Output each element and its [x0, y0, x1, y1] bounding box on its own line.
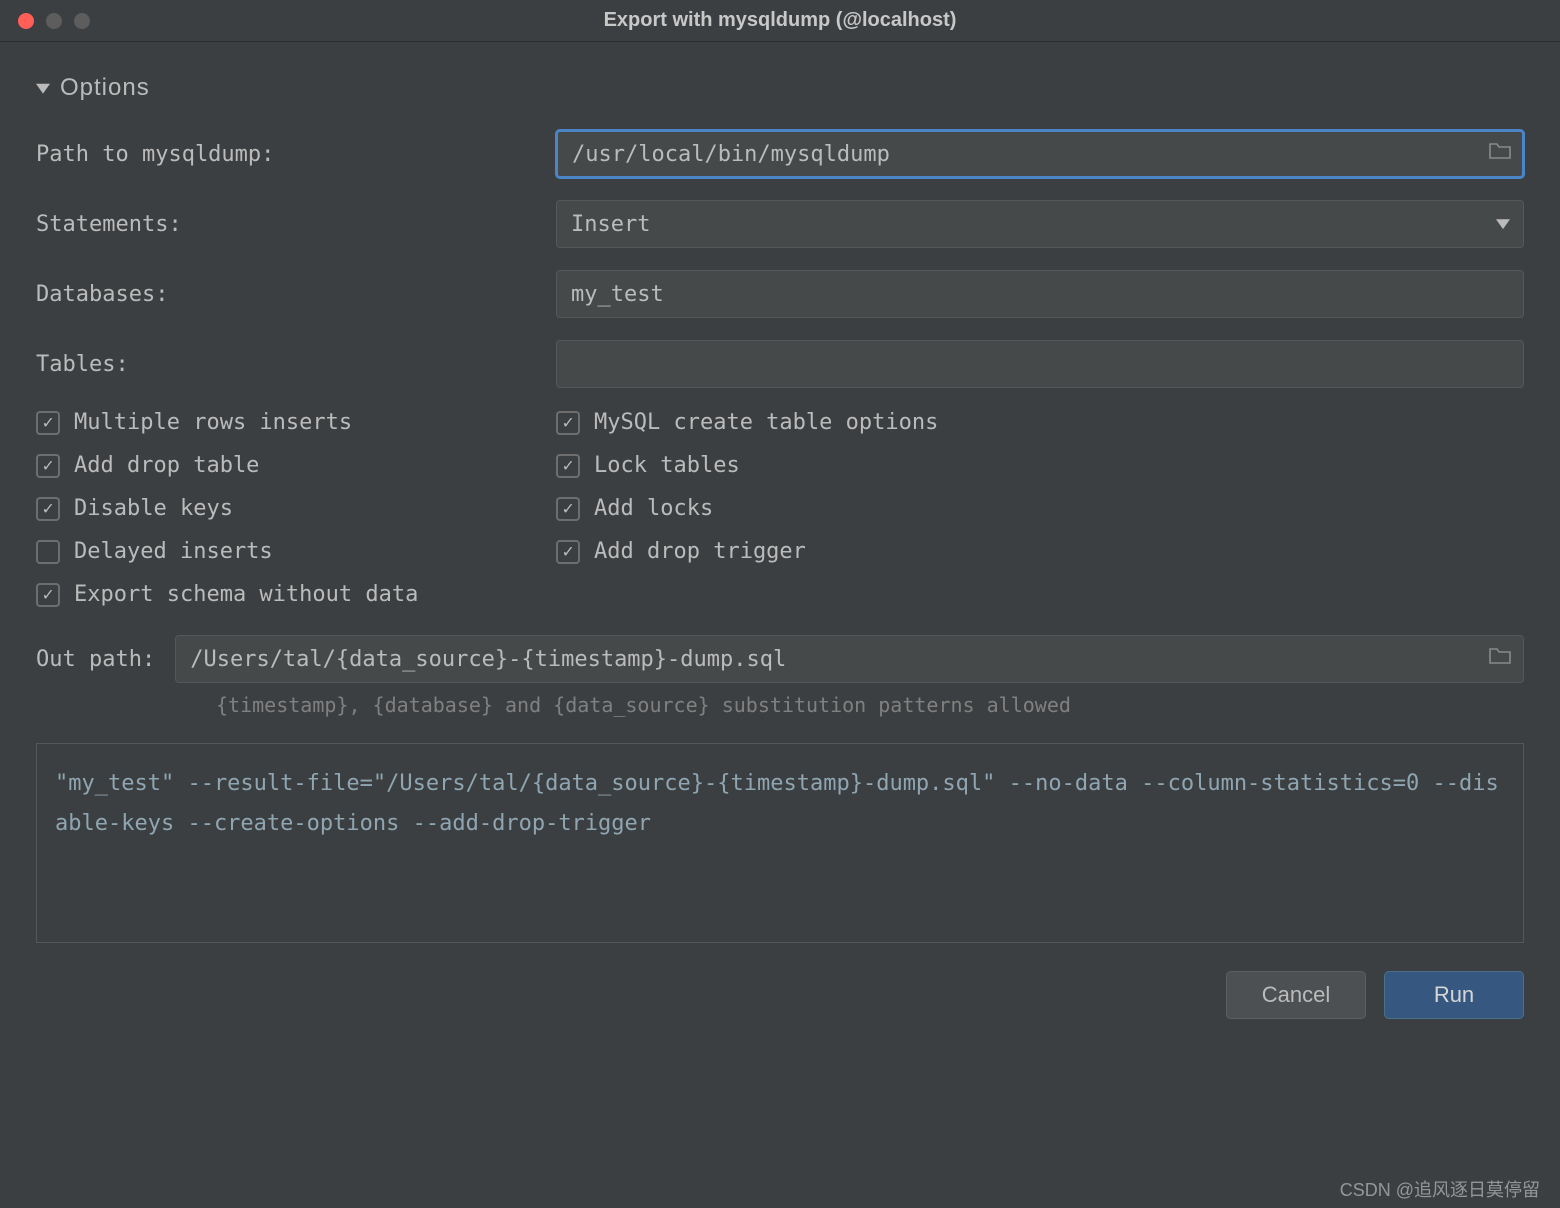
checkbox-label: Add drop table — [74, 453, 259, 478]
dialog-content: Options Path to mysqldump: Statements: — [0, 42, 1560, 943]
options-section-header[interactable]: Options — [36, 74, 1524, 102]
watermark: CSDN @追风逐日莫停留 — [1340, 1176, 1540, 1202]
button-bar: Cancel Run — [0, 943, 1560, 1047]
checkbox-label: Export schema without data — [74, 582, 418, 607]
checkbox-icon — [556, 411, 580, 435]
checkbox-lock-tables[interactable]: Lock tables — [556, 453, 1524, 478]
export-dialog: Export with mysqldump (@localhost) Optio… — [0, 0, 1560, 1208]
statements-label: Statements: — [36, 212, 556, 237]
cancel-button[interactable]: Cancel — [1226, 971, 1366, 1019]
checkbox-multiple-rows-inserts[interactable]: Multiple rows inserts — [36, 410, 556, 435]
checkbox-icon — [556, 454, 580, 478]
checkbox-icon — [556, 497, 580, 521]
checkbox-add-drop-trigger[interactable]: Add drop trigger — [556, 539, 1524, 564]
checkbox-icon — [36, 583, 60, 607]
maximize-window-button[interactable] — [74, 13, 90, 29]
checkbox-label: Add locks — [594, 496, 713, 521]
checkbox-add-drop-table[interactable]: Add drop table — [36, 453, 556, 478]
traffic-lights — [18, 13, 90, 29]
checkbox-icon — [36, 454, 60, 478]
checkbox-label: Delayed inserts — [74, 539, 273, 564]
databases-label: Databases: — [36, 282, 556, 307]
command-preview[interactable]: "my_test" --result-file="/Users/tal/{dat… — [36, 743, 1524, 943]
checkbox-icon — [556, 540, 580, 564]
chevron-down-icon — [36, 81, 50, 95]
checkbox-grid: Multiple rows inserts MySQL create table… — [36, 410, 1524, 607]
checkbox-mysql-create-table-options[interactable]: MySQL create table options — [556, 410, 1524, 435]
checkbox-label: Lock tables — [594, 453, 740, 478]
path-to-mysqldump-label: Path to mysqldump: — [36, 142, 556, 167]
checkbox-label: Multiple rows inserts — [74, 410, 352, 435]
checkbox-disable-keys[interactable]: Disable keys — [36, 496, 556, 521]
path-to-mysqldump-input[interactable] — [556, 130, 1524, 178]
checkbox-add-locks[interactable]: Add locks — [556, 496, 1524, 521]
titlebar: Export with mysqldump (@localhost) — [0, 0, 1560, 42]
checkbox-label: Add drop trigger — [594, 539, 806, 564]
checkbox-label: MySQL create table options — [594, 410, 938, 435]
statements-select[interactable] — [556, 200, 1524, 248]
out-path-input[interactable] — [175, 635, 1524, 683]
window-title: Export with mysqldump (@localhost) — [0, 9, 1560, 32]
checkbox-delayed-inserts[interactable]: Delayed inserts — [36, 539, 556, 564]
options-section-title: Options — [60, 74, 150, 102]
checkbox-icon — [36, 540, 60, 564]
out-path-hint: {timestamp}, {database} and {data_source… — [216, 693, 1524, 717]
checkbox-export-schema-without-data[interactable]: Export schema without data — [36, 582, 1524, 607]
checkbox-icon — [36, 497, 60, 521]
run-button[interactable]: Run — [1384, 971, 1524, 1019]
tables-input[interactable] — [556, 340, 1524, 388]
close-window-button[interactable] — [18, 13, 34, 29]
tables-label: Tables: — [36, 352, 556, 377]
checkbox-label: Disable keys — [74, 496, 233, 521]
minimize-window-button[interactable] — [46, 13, 62, 29]
out-path-label: Out path: — [36, 647, 155, 672]
databases-input[interactable] — [556, 270, 1524, 318]
checkbox-icon — [36, 411, 60, 435]
